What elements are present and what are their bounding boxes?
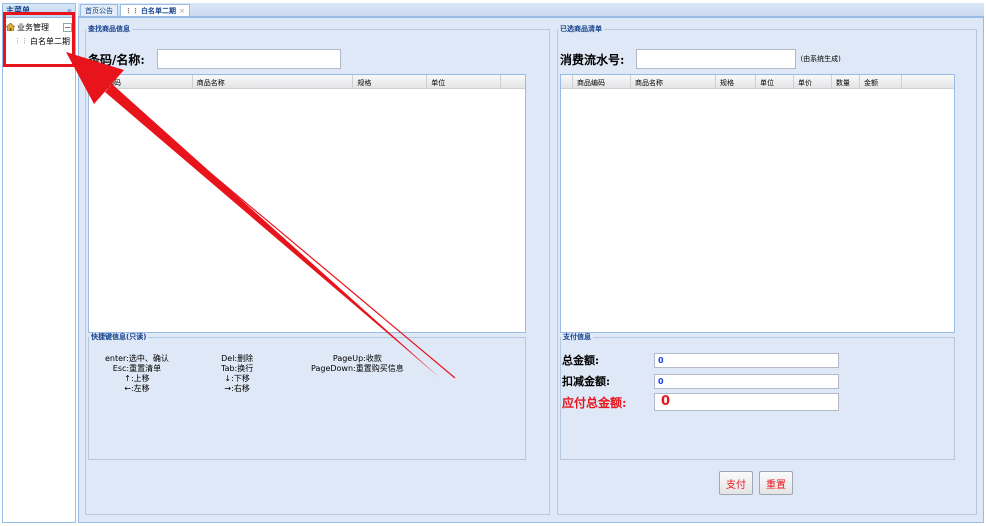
column-header[interactable]: 单价 (794, 75, 832, 88)
column-header[interactable]: 单位 (427, 75, 502, 88)
payable-input[interactable]: 0 (654, 393, 839, 411)
serial-label: 消费流水号: (560, 52, 625, 67)
shortcut-item: Esc:重置清单 (112, 364, 162, 373)
discount-input[interactable]: 0 (654, 373, 839, 389)
pay-button[interactable]: 支付 (719, 471, 753, 495)
total-label: 总金额: (562, 354, 600, 367)
barcode-row: 条码/名称: (88, 49, 341, 69)
column-header[interactable]: 商品编码 (89, 75, 193, 88)
shortcut-item: enter:选中、确认 (105, 354, 169, 363)
tab-label: 首页公告 (85, 6, 113, 15)
total-input[interactable]: 0 (654, 352, 839, 368)
shortcut-item: ↓:下移 (224, 374, 250, 383)
panel-legend: 已选商品清单 (560, 25, 602, 33)
payable-row: 应付总金额: 0 (562, 393, 839, 411)
main-content: 查找商品信息 条码/名称: 商品编码 商品名称 规格 单位 快捷键信息(只读) … (78, 17, 984, 523)
total-row: 总金额: 0 (562, 352, 839, 368)
panel-legend: 支付信息 (563, 333, 591, 341)
shortcut-item: ←:左移 (124, 384, 150, 393)
search-product-panel: 查找商品信息 条码/名称: 商品编码 商品名称 规格 单位 快捷键信息(只读) … (85, 24, 550, 515)
serial-row: 消费流水号: (由系统生成) (560, 49, 841, 69)
payment-panel: 支付信息 总金额: 0 扣减金额: 0 应付总金额: 0 (560, 332, 955, 460)
column-header[interactable]: 商品名称 (193, 75, 354, 88)
serial-hint: (由系统生成) (800, 55, 841, 63)
panel-legend: 快捷键信息(只读) (91, 333, 147, 341)
close-icon[interactable]: × (179, 7, 185, 15)
grid-header: 商品编码 商品名称 规格 单位 (89, 75, 525, 89)
highlight-box (3, 12, 75, 67)
column-header[interactable]: 商品名称 (631, 75, 716, 88)
tab-bar: 首页公告 ⋮⋮ 白名单二期 × (78, 3, 984, 17)
shortcut-item: PageUp:收款 (332, 354, 382, 363)
shortcut-item: Tab:换行 (221, 364, 254, 373)
shortcut-item: Del:删除 (221, 354, 254, 363)
discount-label: 扣减金额: (562, 375, 611, 388)
product-search-grid[interactable]: 商品编码 商品名称 规格 单位 (88, 74, 526, 333)
column-header[interactable]: 数量 (832, 75, 860, 88)
tab-label: 白名单二期 (141, 6, 176, 15)
grid-dots-icon: ⋮⋮ (125, 6, 139, 15)
selected-items-panel: 已选商品清单 消费流水号: (由系统生成) 商品编码 商品名称 规格 单位 单价… (557, 24, 977, 515)
tab-home-notice[interactable]: 首页公告 (80, 4, 118, 16)
shortcut-column: Del:删除 Tab:换行 ↓:下移 →:右移 (221, 354, 253, 394)
tab-whitelist[interactable]: ⋮⋮ 白名单二期 × (120, 4, 190, 16)
column-header[interactable]: 规格 (353, 75, 428, 88)
discount-row: 扣减金额: 0 (562, 373, 839, 389)
payable-label: 应付总金额: (562, 395, 627, 410)
serial-input[interactable] (636, 49, 797, 69)
shortcut-item: PageDown:重置购买信息 (311, 364, 404, 373)
shortcut-panel: 快捷键信息(只读) enter:选中、确认 Esc:重置清单 ↑:上移 ←:左移… (88, 332, 526, 460)
selected-items-grid[interactable]: 商品编码 商品名称 规格 单位 单价 数量 金额 (560, 74, 955, 333)
shortcut-column: PageUp:收款 PageDown:重置购买信息 (311, 354, 404, 374)
grid-header: 商品编码 商品名称 规格 单位 单价 数量 金额 (561, 75, 954, 89)
column-header[interactable]: 金额 (860, 75, 902, 88)
shortcut-item: ↑:上移 (124, 374, 150, 383)
column-header[interactable]: 商品编码 (573, 75, 631, 88)
shortcut-item: →:右移 (224, 384, 250, 393)
column-header[interactable]: 单位 (756, 75, 794, 88)
column-header[interactable]: 规格 (716, 75, 756, 88)
barcode-label: 条码/名称: (88, 52, 145, 67)
main-menu-panel: 主菜单 « 业务管理 − ⋮⋮ 白名单二期 (2, 3, 76, 523)
column-header-filler (501, 75, 525, 88)
barcode-input[interactable] (156, 49, 341, 69)
panel-legend: 查找商品信息 (88, 25, 130, 33)
row-number-header (561, 75, 573, 88)
shortcut-column: enter:选中、确认 Esc:重置清单 ↑:上移 ←:左移 (105, 354, 169, 394)
column-header-filler (902, 75, 954, 88)
reset-button[interactable]: 重置 (759, 471, 793, 495)
